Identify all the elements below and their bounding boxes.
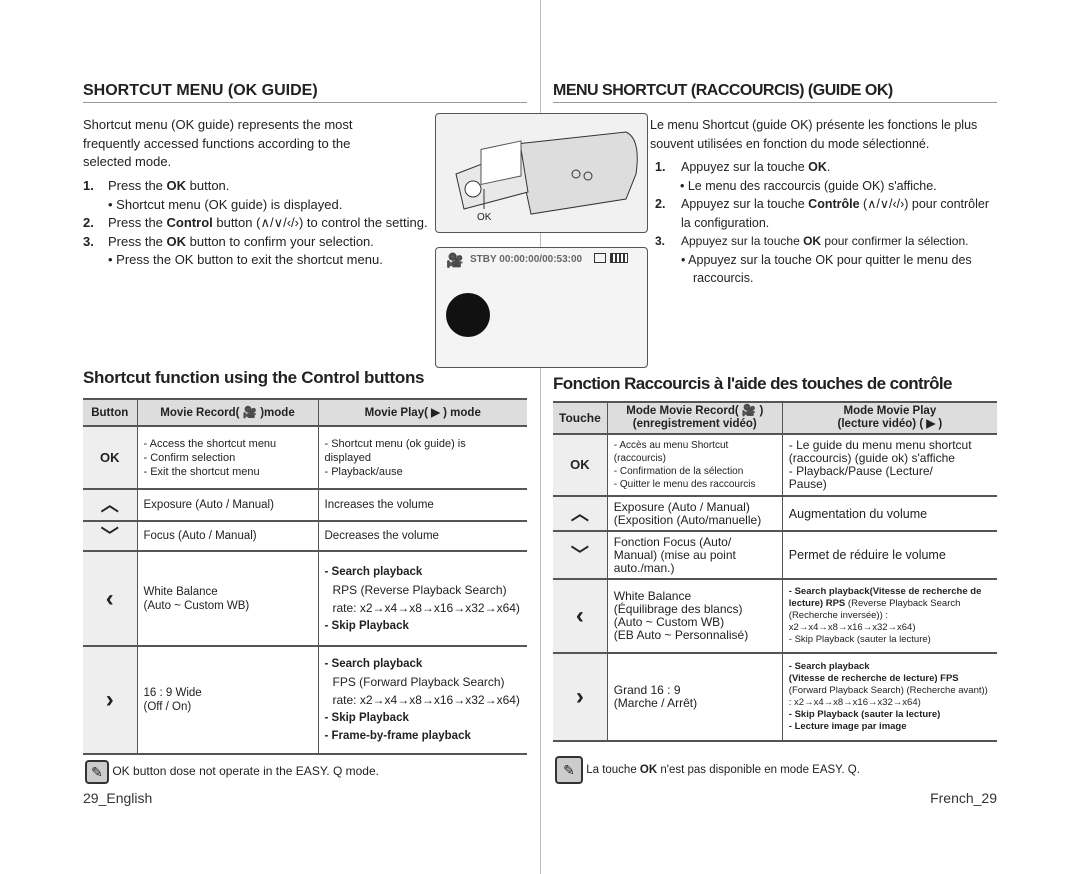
- right-intro: Le menu Shortcut (guide OK) présente les…: [650, 118, 978, 151]
- left-shortcut-table: Button Movie Record( 🎥 )mode Movie Play( ▶…: [83, 398, 527, 755]
- table-row: ﹀ Fonction Focus (Auto/ Manual) (mise au …: [553, 530, 997, 579]
- table-row: ﹀ Focus (Auto / Manual) Decreases the volu…: [83, 520, 527, 551]
- lcd-screen-illustration: 🎥 STBY 00:00:00/00:53:00: [435, 247, 648, 368]
- left-section-title: Shortcut function using the Control butt…: [83, 368, 425, 387]
- right-heading: MENU SHORTCUT (RACCOURCIS) (GUIDE OK): [553, 82, 997, 103]
- right-steps: 1. Appuyez sur la touche OK. • Le menu de…: [655, 160, 989, 285]
- table-row: OK - Access the shortcut menu - Confirm s…: [83, 425, 527, 489]
- camcorder-icon: [455, 131, 638, 215]
- table-row: ‹ White Balance (Auto ~ Custom WB) - Searc…: [83, 550, 527, 646]
- left-steps: 1. Press the OK button. • Shortcut menu (…: [83, 178, 428, 267]
- left-intro: Shortcut menu (OK guide) represents the …: [83, 117, 353, 169]
- table-row: › 16 : 9 Wide (Off / On) - Search playback…: [83, 645, 527, 755]
- right-page-footer: French_29: [930, 790, 997, 806]
- movie-mode-icon: 🎥: [446, 252, 464, 268]
- shortcut-dial-icon: [446, 293, 490, 337]
- left-heading: SHORTCUT MENU (OK GUIDE): [83, 82, 527, 103]
- ok-callout-label: OK: [477, 212, 492, 223]
- lcd-status-text: STBY 00:00:00/00:53:00: [470, 254, 583, 265]
- table-row: ︿ Exposure (Auto / Manual) (Exposition (A…: [553, 495, 997, 531]
- table-row: › Grand 16 : 9 (Marche / Arrêt) - Search p…: [553, 652, 997, 742]
- card-icon: [594, 253, 606, 263]
- note-icon: ✎: [85, 760, 109, 784]
- left-note: ✎ OK button dose not operate in the EASY…: [85, 760, 379, 784]
- note-icon: ✎: [555, 756, 583, 784]
- camcorder-illustration: OK: [435, 113, 648, 233]
- battery-icon: [610, 253, 628, 263]
- table-row: ︿ Exposure (Auto / Manual) Increases the v…: [83, 488, 527, 521]
- left-page-footer: 29_English: [83, 790, 153, 806]
- table-row: OK - Accès au menu Shortcut (raccourcis) …: [553, 433, 997, 496]
- table-row: ‹ White Balance (Équilibrage des blancs) …: [553, 578, 997, 653]
- right-shortcut-table: Touche Mode Movie Record( 🎥 ) (enregistre…: [553, 401, 997, 742]
- right-note: ✎ La touche OK n'est pas disponible en m…: [555, 756, 860, 784]
- right-section-title: Fonction Raccourcis à l'aide des touches…: [553, 374, 952, 393]
